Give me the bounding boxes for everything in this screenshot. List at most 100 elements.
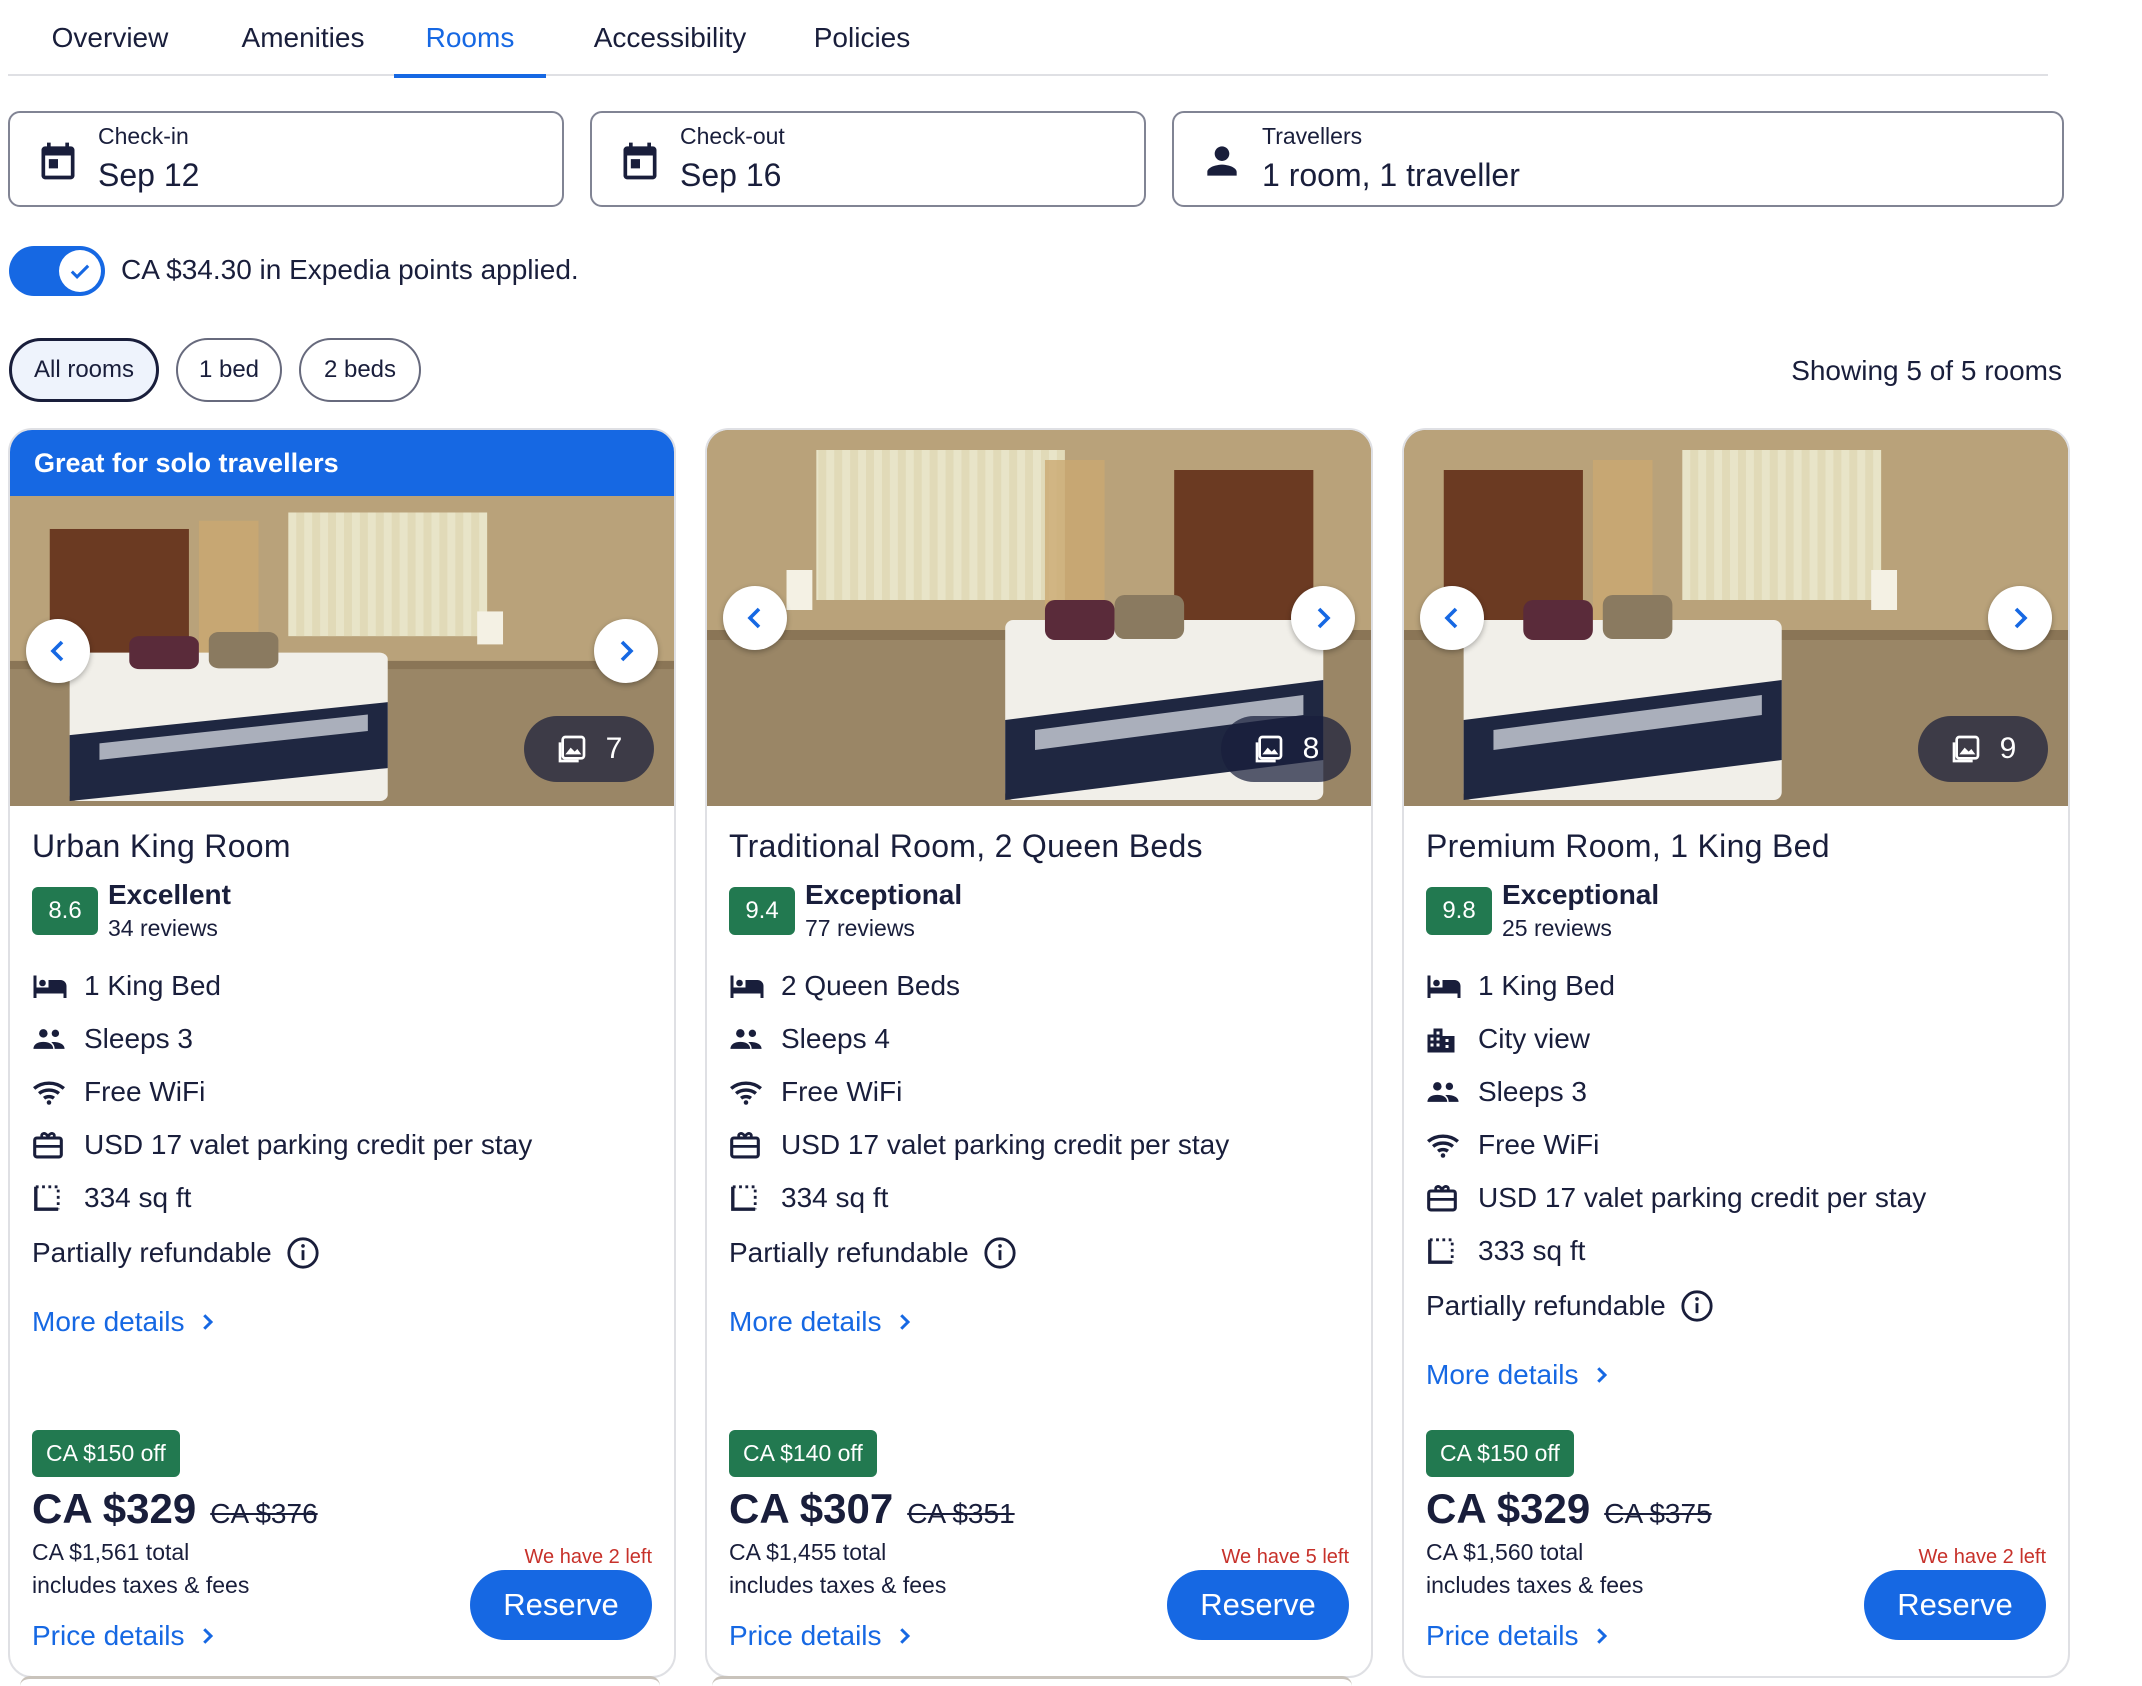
price-block: CA $150 off CA $329 CA $375 CA $1,560 to…: [1426, 1430, 2046, 1651]
filter-2-beds[interactable]: 2 beds: [299, 338, 421, 402]
previous-photo-button[interactable]: [1420, 586, 1484, 650]
more-details-link[interactable]: More details: [729, 1292, 1349, 1352]
nightly-price: CA $307: [729, 1485, 894, 1532]
bed-icon: [1426, 971, 1464, 1001]
more-details-link[interactable]: More details: [32, 1292, 652, 1352]
price-line: CA $329 CA $375: [1426, 1485, 2046, 1533]
original-price: CA $351: [907, 1498, 1015, 1529]
parking-credit-icon: [1426, 1183, 1464, 1213]
travellers-value: 1 room, 1 traveller: [1262, 157, 1520, 193]
room-feature-text: USD 17 valet parking credit per stay: [84, 1128, 533, 1160]
tab-policies[interactable]: Policies: [792, 0, 932, 76]
gallery-icon: [558, 735, 585, 763]
reserve-button[interactable]: Reserve: [470, 1570, 652, 1640]
checkmark-icon: [70, 264, 90, 279]
room-features: 1 King Bed Sleeps 3 Free WiFi USD 17 val…: [32, 959, 652, 1224]
more-details-link[interactable]: More details: [1426, 1345, 2046, 1405]
gallery-icon: [1255, 735, 1282, 763]
checkout-field[interactable]: Check-out Sep 16: [590, 111, 1146, 207]
room-name: Urban King Room: [32, 828, 291, 864]
previous-photo-button[interactable]: [26, 619, 90, 683]
next-photo-button[interactable]: [1291, 586, 1355, 650]
price-details-link[interactable]: Price details: [1426, 1620, 1611, 1652]
room-feature: Free WiFi: [1426, 1118, 2046, 1171]
price-details-label: Price details: [729, 1620, 882, 1651]
availability-note: We have 5 left: [1221, 1546, 1349, 1568]
wifi-icon: [32, 1077, 70, 1107]
room-name: Premium Room, 1 King Bed: [1426, 828, 1830, 864]
room-name: Traditional Room, 2 Queen Beds: [729, 828, 1203, 864]
room-feature: USD 17 valet parking credit per stay: [1426, 1171, 2046, 1224]
chevron-right-icon: [2014, 607, 2028, 629]
reserve-button[interactable]: Reserve: [1167, 1570, 1349, 1640]
price-details-link[interactable]: Price details: [729, 1620, 914, 1652]
tab-overview[interactable]: Overview: [30, 0, 190, 76]
room-rating: 9.4 Exceptional 77 reviews: [729, 879, 1349, 943]
price-details-link[interactable]: Price details: [32, 1620, 217, 1652]
price-block: CA $140 off CA $307 CA $351 CA $1,455 to…: [729, 1430, 1349, 1651]
room-feature-text: 333 sq ft: [1478, 1234, 1586, 1266]
room-feature: Free WiFi: [729, 1065, 1349, 1118]
room-photo-carousel[interactable]: 9: [1404, 430, 2068, 806]
room-photo-carousel[interactable]: 7: [10, 496, 674, 806]
people-icon: [1426, 1077, 1464, 1107]
room-feature-text: 1 King Bed: [84, 969, 221, 1001]
chevron-right-icon: [1596, 1367, 1607, 1383]
availability-note: We have 2 left: [1918, 1546, 2046, 1568]
previous-photo-button[interactable]: [723, 586, 787, 650]
chevron-right-icon: [899, 1628, 910, 1644]
next-photo-button[interactable]: [1988, 586, 2052, 650]
room-feature: USD 17 valet parking credit per stay: [729, 1118, 1349, 1171]
area-icon: [32, 1183, 70, 1213]
info-icon[interactable]: [286, 1236, 320, 1270]
people-icon: [729, 1024, 767, 1054]
next-photo-button[interactable]: [594, 619, 658, 683]
photo-count: 9: [1999, 732, 2017, 765]
tab-rooms[interactable]: Rooms: [394, 0, 546, 78]
review-count: 25 reviews: [1502, 915, 1612, 941]
checkin-field[interactable]: Check-in Sep 12: [8, 111, 564, 207]
calendar-icon: [41, 142, 75, 180]
gallery-button[interactable]: 9: [1918, 716, 2048, 782]
photo-count: 8: [1302, 732, 1320, 765]
room-feature: City view: [1426, 1012, 2046, 1065]
room-feature-text: City view: [1478, 1022, 1591, 1054]
section-tabs: Overview Amenities Rooms Accessibility P…: [8, 0, 2048, 78]
room-photo-carousel[interactable]: 8: [707, 430, 1371, 806]
rating-word: Excellent: [108, 879, 231, 910]
gallery-button[interactable]: 7: [524, 716, 654, 782]
room-features: 2 Queen Beds Sleeps 4 Free WiFi USD 17 v…: [729, 959, 1349, 1224]
refund-text: Partially refundable: [32, 1237, 272, 1268]
refund-policy: Partially refundable: [1426, 1281, 2046, 1331]
info-icon[interactable]: [1680, 1289, 1714, 1323]
chevron-right-icon: [202, 1628, 213, 1644]
room-rating: 8.6 Excellent 34 reviews: [32, 879, 652, 943]
room-card: 8 Traditional Room, 2 Queen Beds 9.4 Exc…: [705, 428, 1373, 1678]
points-toggle[interactable]: [9, 246, 105, 296]
chevron-right-icon: [1596, 1628, 1607, 1644]
filter-all-rooms[interactable]: All rooms: [9, 338, 159, 402]
nightly-price: CA $329: [32, 1485, 197, 1532]
room-feature: 333 sq ft: [1426, 1224, 2046, 1277]
tab-amenities[interactable]: Amenities: [218, 0, 388, 76]
reserve-button[interactable]: Reserve: [1864, 1570, 2046, 1640]
room-feature-text: Free WiFi: [781, 1075, 903, 1107]
area-icon: [1426, 1236, 1464, 1266]
room-feature: 2 Queen Beds: [729, 959, 1349, 1012]
gallery-button[interactable]: 8: [1221, 716, 1351, 782]
price-details-label: Price details: [32, 1620, 185, 1651]
checkin-label: Check-in: [98, 123, 189, 149]
filter-1-bed[interactable]: 1 bed: [176, 338, 282, 402]
calendar-icon: [623, 142, 657, 180]
info-icon[interactable]: [983, 1236, 1017, 1270]
price-block: CA $150 off CA $329 CA $376 CA $1,561 to…: [32, 1430, 652, 1651]
price-line: CA $329 CA $376: [32, 1485, 652, 1533]
travellers-field[interactable]: Travellers 1 room, 1 traveller: [1172, 111, 2064, 207]
tab-accessibility[interactable]: Accessibility: [570, 0, 770, 76]
chevron-right-icon: [620, 640, 634, 662]
room-feature-text: 1 King Bed: [1478, 969, 1615, 1001]
wifi-icon: [729, 1077, 767, 1107]
room-feature: Sleeps 4: [729, 1012, 1349, 1065]
discount-badge: CA $140 off: [729, 1430, 877, 1477]
room-feature-text: 2 Queen Beds: [781, 969, 961, 1001]
